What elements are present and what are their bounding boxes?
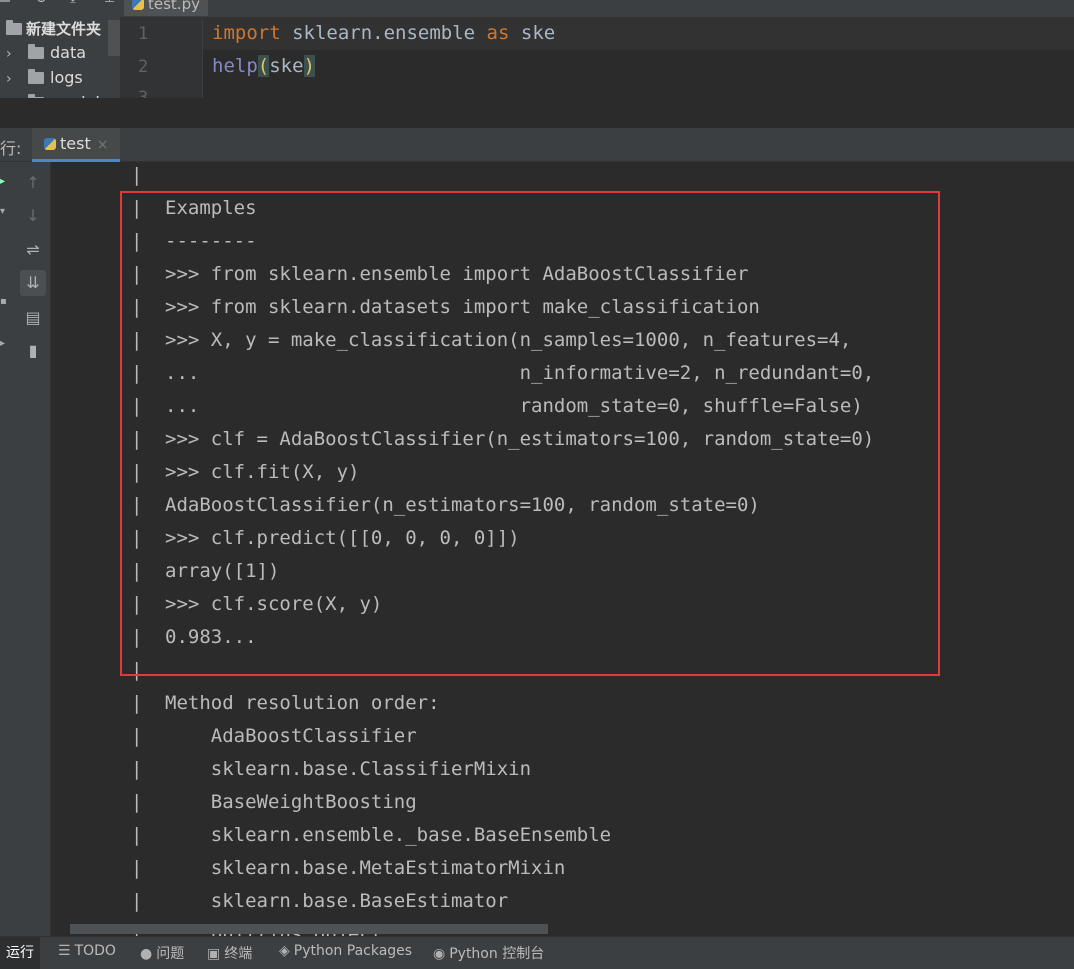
python-file-icon xyxy=(132,0,144,10)
run-toolbar: ▸ ▾ ▪ ▸ ↑ ↓ ⇌ ⇊ ▤ ▮ xyxy=(0,162,51,936)
settings-icon[interactable]: ▪ xyxy=(0,296,7,307)
run-tab-test[interactable]: test × xyxy=(32,128,121,162)
line-gutter: 1 2 3 xyxy=(120,18,203,108)
editor-tab-bar: test.py xyxy=(120,0,1074,18)
keyword-import: import xyxy=(212,22,281,44)
code-editor[interactable]: 1 2 3 import sklearn.ensemble as ske hel… xyxy=(120,18,1074,108)
horizontal-scrollbar[interactable] xyxy=(70,924,548,934)
arrow-down-icon[interactable]: ↓ xyxy=(20,203,46,229)
pin-icon[interactable]: ▸ xyxy=(0,338,6,349)
run-tool-header: 行: test × xyxy=(0,128,1074,162)
project-toolbar: ⊕ ⤓ ⊥ xyxy=(0,0,120,8)
locate-icon[interactable]: ⊕ xyxy=(36,0,47,6)
open-paren: ( xyxy=(257,55,270,77)
tool-todo-label: TODO xyxy=(74,943,116,959)
tool-python-console-label: Python 控制台 xyxy=(449,946,545,962)
python-console-icon: ◉ xyxy=(433,946,446,962)
tool-terminal[interactable]: ▣ 终端 xyxy=(207,943,252,963)
project-item-data[interactable]: › data xyxy=(6,43,86,62)
chevron-right-icon[interactable]: › xyxy=(6,46,28,62)
builtin-help: help xyxy=(212,55,258,77)
close-paren: ) xyxy=(303,55,315,77)
tool-problems-label: 问题 xyxy=(156,946,185,962)
editor-tab-label: test.py xyxy=(148,0,200,13)
folder-icon xyxy=(6,20,22,35)
project-scrollbar[interactable] xyxy=(108,20,120,56)
soft-wrap-icon[interactable]: ⇌ xyxy=(20,237,46,263)
expand-icon[interactable]: ⊥ xyxy=(104,0,115,6)
list-icon: ☰ xyxy=(58,943,71,959)
trash-icon[interactable]: ▮ xyxy=(20,338,46,364)
tool-todo[interactable]: ☰ TODO xyxy=(58,943,116,959)
bottom-tool-bar: 运行 ☰ TODO ● 问题 ▣ 终端 ◈ Python Packages ◉ Pytho… xyxy=(0,936,1074,969)
close-icon[interactable]: × xyxy=(97,137,109,153)
problem-icon: ● xyxy=(140,946,153,962)
project-item-label: logs xyxy=(50,68,83,87)
project-item-label: data xyxy=(50,43,87,62)
folder-icon xyxy=(28,69,44,84)
folder-icon xyxy=(28,44,44,59)
module-alias: ske xyxy=(509,22,556,44)
debug-icon[interactable]: ▾ xyxy=(0,206,6,217)
call-argument: ske xyxy=(269,55,304,77)
line-number: 2 xyxy=(138,57,149,77)
tool-python-packages[interactable]: ◈ Python Packages xyxy=(279,943,412,959)
chevron-right-icon[interactable]: › xyxy=(6,71,28,87)
packages-icon: ◈ xyxy=(279,943,290,959)
highlight-box xyxy=(120,191,940,676)
project-item-logs[interactable]: › logs xyxy=(6,68,83,87)
python-run-icon xyxy=(44,138,56,150)
code-line-1[interactable]: import sklearn.ensemble as ske xyxy=(212,22,555,44)
module-name: sklearn.ensemble xyxy=(280,22,487,44)
code-line-2[interactable]: help(ske) xyxy=(212,55,315,77)
project-root-label: 新建文件夹 xyxy=(26,20,102,38)
project-root[interactable]: 新建文件夹 xyxy=(6,18,101,39)
console-output[interactable]: | | Examples | -------- | >>> from sklearn.… xyxy=(51,162,1074,936)
project-view-icon[interactable] xyxy=(0,0,10,2)
tool-python-packages-label: Python Packages xyxy=(293,943,413,959)
editor-tab-test-py[interactable]: test.py xyxy=(124,0,208,16)
print-icon[interactable]: ▤ xyxy=(20,305,46,331)
terminal-icon: ▣ xyxy=(207,946,221,962)
tool-run-label: 运行 xyxy=(6,945,34,961)
tool-problems[interactable]: ● 问题 xyxy=(140,943,184,963)
editor-run-separator[interactable] xyxy=(0,98,1074,128)
tool-run[interactable]: 运行 xyxy=(0,937,40,969)
keyword-as: as xyxy=(486,22,510,44)
run-icon[interactable]: ▸ xyxy=(0,176,6,187)
run-label: 行: xyxy=(0,139,22,158)
scroll-to-end-icon[interactable]: ⇊ xyxy=(20,270,46,296)
collapse-all-icon[interactable]: ⤓ xyxy=(70,0,76,6)
arrow-up-icon[interactable]: ↑ xyxy=(20,170,46,196)
tool-python-console[interactable]: ◉ Python 控制台 xyxy=(433,943,544,963)
tool-terminal-label: 终端 xyxy=(224,946,253,962)
line-number: 1 xyxy=(138,24,149,44)
run-tab-label: test xyxy=(60,134,91,153)
